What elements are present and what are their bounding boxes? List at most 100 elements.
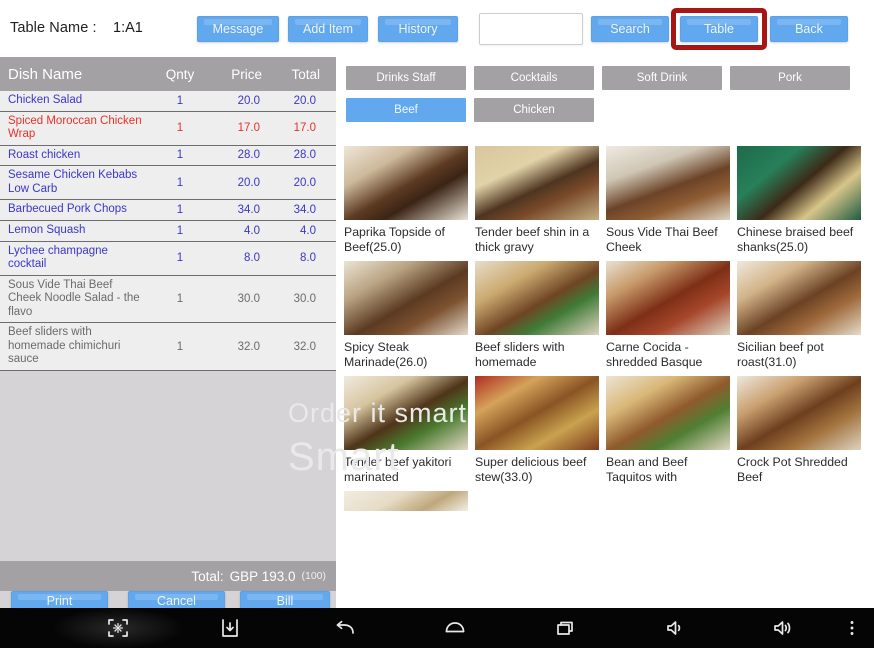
search-input[interactable] [479,13,583,45]
search-button[interactable]: Search [591,16,669,42]
menu-item-thumbnail [344,491,468,511]
menu-item-card[interactable]: Carne Cocida - shredded Basque [606,257,733,372]
order-row-qnty: 1 [176,176,184,189]
order-panel: Dish Name Qnty Price Total Chicken Salad… [0,57,336,648]
order-row[interactable]: Lychee champagne cocktail 1 8.0 8.0 [0,241,336,276]
order-row[interactable]: Spiced Moroccan Chicken Wrap 1 17.0 17.0 [0,111,336,146]
category-filter-row: Drinks Staff Cocktails Soft Drink Pork Beef C… [340,57,874,122]
volume-down-icon[interactable] [660,608,692,648]
order-row-dish-name: Roast chicken [8,148,81,161]
menu-item-card[interactable]: Crock Pot Shredded Beef [737,372,864,487]
order-row[interactable]: Sous Vide Thai Beef Cheek Noodle Salad -… [0,275,336,324]
menu-item-card[interactable]: Bean and Beef Taquitos with [606,372,733,487]
message-button-label: Message [212,21,264,36]
table-button[interactable]: Table [680,16,758,42]
menu-item-thumbnail [475,146,599,220]
menu-item-grid[interactable]: Paprika Topside of Beef(25.0) Tender beef… [340,142,874,617]
recents-icon[interactable] [549,608,581,648]
order-items-list[interactable]: Chicken Salad 1 20.0 20.0 Spiced Moroccan Ch… [0,91,336,371]
menu-item-card[interactable]: Spicy Steak Marinade(26.0) [344,257,471,372]
order-row-price: 8.0 [244,252,260,265]
order-row[interactable]: Lemon Squash 1 4.0 4.0 [0,220,336,242]
order-row-total: 32.0 [293,340,316,353]
order-row[interactable]: Beef sliders with homemade chimichuri sa… [0,323,336,371]
column-header-total: Total [291,66,320,82]
category-button-label: Cocktails [510,72,558,84]
order-total-label: Total: [191,568,224,584]
order-row-price: 32.0 [237,340,260,353]
order-row-total: 17.0 [293,122,316,135]
print-button-label: Print [46,594,73,609]
menu-item-thumbnail [475,261,599,335]
android-navigation-bar [0,608,874,648]
menu-item-card[interactable]: Super delicious beef stew(33.0) [475,372,602,487]
category-button-beef[interactable]: Beef [346,98,466,122]
menu-item-thumbnail [344,376,468,450]
menu-item-caption: Crock Pot Shredded Beef [737,455,848,484]
menu-item-card[interactable]: Beef sliders with homemade [475,257,602,372]
search-button-label: Search [610,21,650,36]
order-row-qnty: 1 [176,224,184,237]
category-button-cocktails[interactable]: Cocktails [474,66,594,90]
order-row-dish-name: Chicken Salad [8,94,83,106]
order-table-header: Dish Name Qnty Price Total [0,57,336,91]
menu-item-thumbnail [606,146,730,220]
order-total-bar: Total: GBP 193.0 (100) [0,561,336,591]
order-row-price: 30.0 [237,292,260,305]
category-button-drinks-staff[interactable]: Drinks Staff [346,66,466,90]
order-row-total: 4.0 [300,224,316,237]
menu-panel: Drinks Staff Cocktails Soft Drink Pork Beef C… [340,57,874,617]
menu-item-card[interactable]: Chinese braised beef shanks(25.0) [737,142,864,257]
home-icon[interactable] [439,608,471,648]
download-icon[interactable] [214,608,246,648]
back-button-label: Back [795,21,823,36]
category-button-pork[interactable]: Pork [730,66,850,90]
order-row-dish-name: Spiced Moroccan Chicken Wrap [8,114,142,141]
menu-item-thumbnail [737,261,861,335]
menu-item-thumbnail [344,146,468,220]
menu-item-caption: Super delicious beef stew(33.0) [475,455,587,484]
order-total-value: GBP 193.0 [229,568,296,584]
menu-item-card[interactable]: Sicilian beef pot roast(31.0) [737,257,864,372]
menu-item-caption: Tender beef yakitori marinated [344,455,452,484]
order-row[interactable]: Barbecued Pork Chops 1 34.0 34.0 [0,200,336,221]
screenshot-icon[interactable] [102,608,134,648]
menu-item-card[interactable]: Paprika Topside of Beef(25.0) [344,142,471,257]
order-row-qnty: 1 [176,292,184,305]
order-row-total: 30.0 [293,292,316,305]
volume-up-icon[interactable] [768,608,800,648]
menu-item-caption: Paprika Topside of Beef(25.0) [344,225,445,254]
order-row-qnty: 1 [176,149,184,162]
menu-grid-row-clipped [344,487,870,511]
category-button-soft-drink[interactable]: Soft Drink [602,66,722,90]
order-row[interactable]: Chicken Salad 1 20.0 20.0 [0,91,336,112]
order-row-price: 20.0 [237,94,260,107]
order-row-price: 34.0 [237,204,260,217]
back-icon[interactable] [329,608,361,648]
column-header-qnty: Qnty [165,66,195,82]
menu-item-thumbnail [475,376,599,450]
menu-item-card[interactable] [344,487,471,511]
back-button[interactable]: Back [770,16,848,42]
menu-item-caption: Sicilian beef pot roast(31.0) [737,340,824,369]
order-row[interactable]: Sesame Chicken Kebabs Low Carb 1 20.0 20.0 [0,166,336,201]
history-button[interactable]: History [378,16,458,42]
menu-item-caption: Tender beef shin in a thick gravy [475,225,590,254]
menu-item-card[interactable]: Tender beef shin in a thick gravy [475,142,602,257]
menu-item-card[interactable]: Sous Vide Thai Beef Cheek [606,142,733,257]
add-item-button[interactable]: Add Item [288,16,368,42]
menu-item-thumbnail [606,261,730,335]
more-options-icon[interactable] [836,608,868,648]
category-button-chicken[interactable]: Chicken [474,98,594,122]
history-button-label: History [398,21,438,36]
table-button-label: Table [704,21,734,36]
category-button-label: Pork [778,72,802,84]
add-item-button-label: Add Item [302,21,354,36]
order-row[interactable]: Roast chicken 1 28.0 28.0 [0,145,336,167]
message-button[interactable]: Message [197,16,279,42]
menu-item-caption: Beef sliders with homemade [475,340,565,369]
order-row-dish-name: Barbecued Pork Chops [8,203,127,216]
menu-item-card[interactable]: Tender beef yakitori marinated [344,372,471,487]
order-row-dish-name: Beef sliders with homemade chimichuri sa… [8,326,121,366]
category-button-label: Drinks Staff [376,72,436,84]
